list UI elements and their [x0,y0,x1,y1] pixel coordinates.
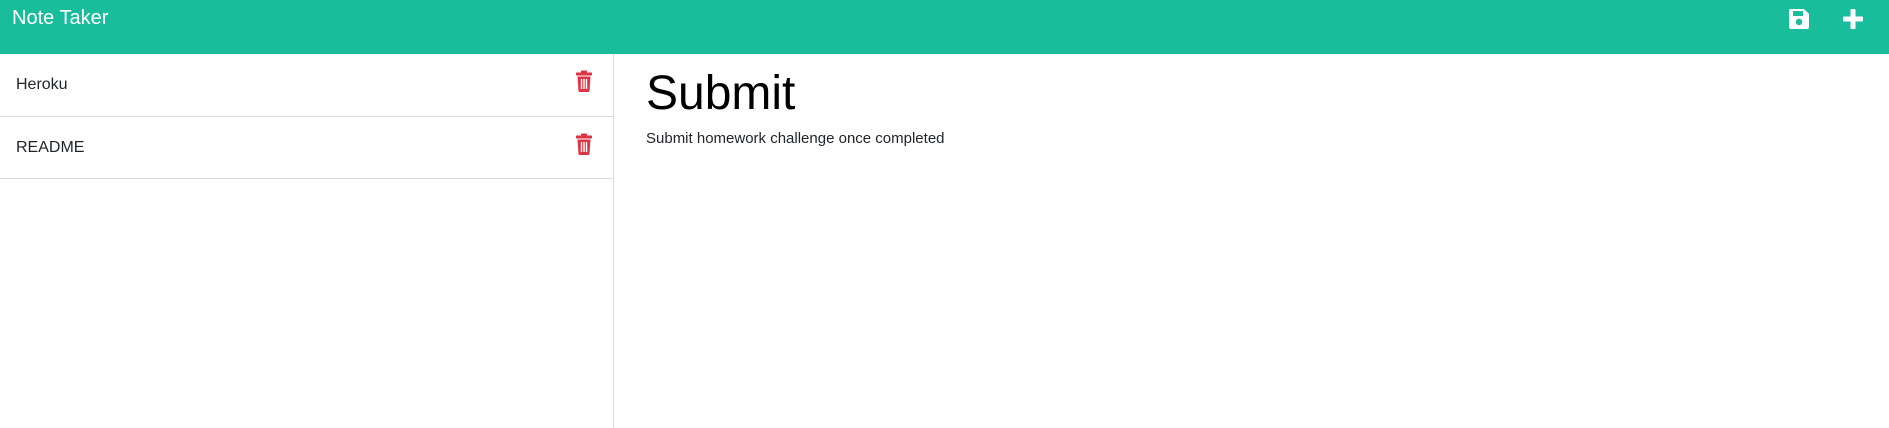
note-list: Heroku README [0,54,614,428]
trash-icon[interactable] [575,70,593,92]
note-text-area[interactable]: Submit homework challenge once completed [646,130,1889,147]
note-title: Heroku [16,76,68,93]
floppy-disk-icon [1789,9,1809,29]
trash-icon[interactable] [575,133,593,155]
new-note-button[interactable] [1839,5,1867,33]
note-title: README [16,138,85,156]
note-editor: Submit Submit homework challenge once co… [614,54,1889,428]
list-item[interactable]: README [0,117,613,179]
app-title[interactable]: Note Taker [12,8,108,28]
navbar: Note Taker [0,0,1889,54]
nav-actions [1785,5,1889,33]
plus-icon [1843,9,1863,29]
note-title-input[interactable]: Submit [646,66,1889,122]
save-note-button[interactable] [1785,5,1813,33]
list-item[interactable]: Heroku [0,54,613,117]
